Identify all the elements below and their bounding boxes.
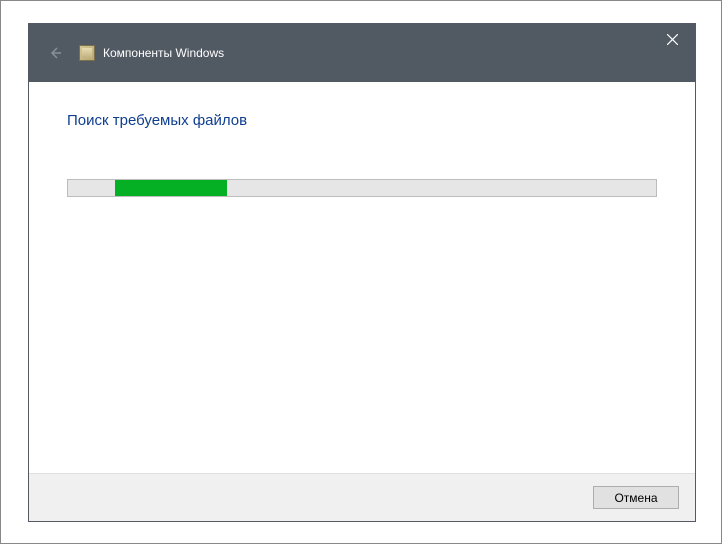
dialog-footer: Отмена <box>29 473 695 521</box>
status-heading: Поиск требуемых файлов <box>67 112 657 129</box>
progress-fill <box>115 180 227 196</box>
screenshot-frame: Компоненты Windows Поиск требуемых файло… <box>0 0 722 544</box>
window-title: Компоненты Windows <box>103 46 224 60</box>
content-area: Поиск требуемых файлов <box>29 82 695 473</box>
progress-bar <box>67 179 657 197</box>
back-button[interactable] <box>41 39 69 67</box>
titlebar: Компоненты Windows <box>29 24 695 82</box>
windows-features-icon <box>79 45 95 61</box>
dialog-window: Компоненты Windows Поиск требуемых файло… <box>28 23 696 522</box>
cancel-button[interactable]: Отмена <box>593 486 679 509</box>
close-button[interactable] <box>650 24 695 54</box>
close-icon <box>667 34 678 45</box>
back-arrow-icon <box>47 45 63 61</box>
